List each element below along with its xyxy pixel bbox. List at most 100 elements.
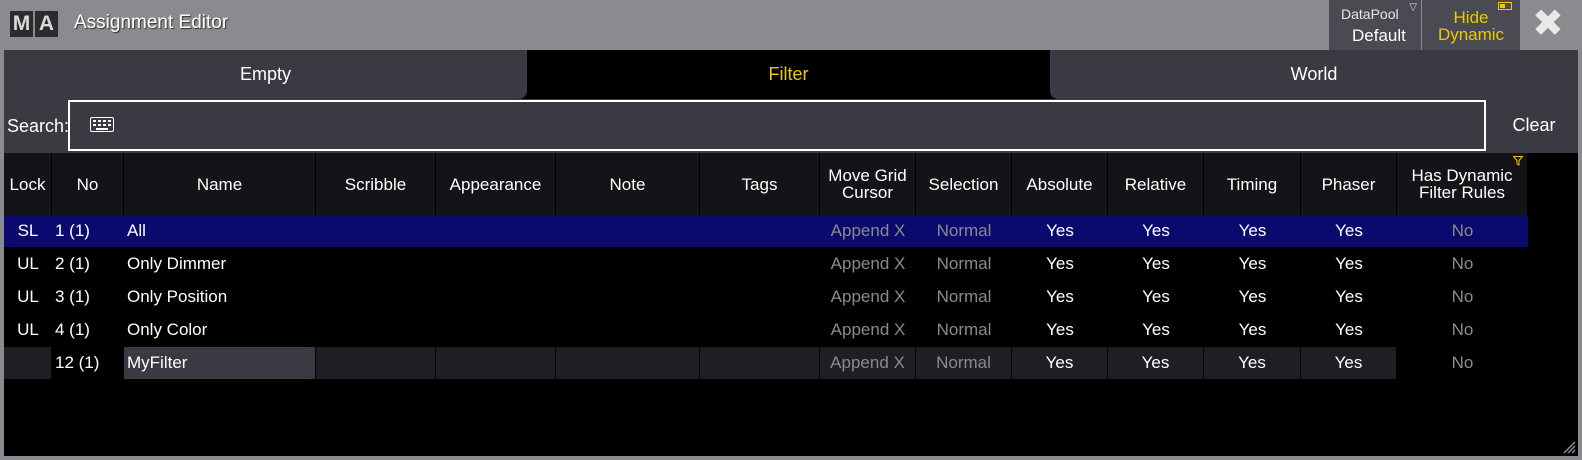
resize-handle-icon[interactable] (1560, 438, 1576, 454)
hide-dynamic-label-line2: Dynamic (1437, 25, 1505, 44)
table-row[interactable]: SL 1 (1) All Append X Normal Yes Yes Yes… (4, 215, 1528, 247)
cell-name: Only Dimmer (127, 254, 227, 273)
cell-has-dynamic: No (1451, 287, 1474, 306)
column-header-has-dynamic-line2: Filter Rules (1419, 183, 1505, 202)
cell-relative[interactable]: Yes (1108, 347, 1203, 379)
cell-phaser: Yes (1335, 221, 1363, 240)
datapool-button[interactable]: DataPool Default ▽ (1329, 0, 1421, 50)
column-header-absolute[interactable]: Absolute (1012, 153, 1108, 215)
cell-absolute: Yes (1046, 287, 1074, 306)
column-header-relative[interactable]: Relative (1108, 153, 1204, 215)
cell-timing[interactable]: Yes (1204, 347, 1300, 379)
clear-button[interactable]: Clear (1490, 100, 1578, 151)
table-row[interactable]: UL 4 (1) Only Color Append X Normal Yes … (4, 314, 1528, 346)
cell-relative: Yes (1142, 221, 1170, 240)
filter-icon[interactable] (1513, 156, 1523, 166)
cell-has-dynamic: No (1451, 254, 1474, 273)
column-header-lock[interactable]: Lock (4, 153, 52, 215)
column-header-move-grid-cursor-line2: Cursor (841, 183, 893, 202)
logo-letter-m: M (10, 11, 33, 37)
column-header-no[interactable]: No (52, 153, 124, 215)
cell-move-grid-cursor: Append X (830, 254, 906, 273)
column-header-scribble[interactable]: Scribble (316, 153, 436, 215)
cell-move-grid-cursor: Append X (830, 320, 906, 339)
cell-note[interactable] (556, 347, 699, 379)
column-header-selection[interactable]: Selection (916, 153, 1012, 215)
cell-absolute: Yes (1046, 254, 1074, 273)
cell-has-dynamic: No (1451, 353, 1474, 372)
table-header: Lock No Name Scribble Appearance Note Ta… (4, 153, 1578, 215)
cell-lock: SL (17, 221, 39, 240)
tab-empty[interactable]: Empty (4, 50, 527, 99)
cell-appearance[interactable] (436, 347, 555, 379)
search-label: Search: (7, 116, 70, 136)
assignment-editor-window: M A Assignment Editor DataPool Default ▽… (0, 0, 1582, 460)
column-header-move-grid-cursor[interactable]: Move Grid Cursor (820, 153, 916, 215)
cell-lock (4, 347, 51, 379)
tab-world[interactable]: World (1050, 50, 1578, 99)
editor-content: Empty Filter World Search: Clear Lock No… (4, 50, 1578, 456)
table-row[interactable]: UL 3 (1) Only Position Append X Normal Y… (4, 281, 1528, 313)
cell-lock: UL (17, 320, 39, 339)
datapool-label: DataPool (1341, 6, 1399, 22)
cell-tags[interactable] (700, 347, 819, 379)
cell-selection: Normal (936, 320, 992, 339)
cell-lock: UL (17, 287, 39, 306)
cell-selection[interactable]: Normal (916, 347, 1011, 379)
cell-absolute: Yes (1046, 221, 1074, 240)
cell-timing: Yes (1238, 221, 1267, 240)
column-header-has-dynamic-line1: Has Dynamic (1411, 166, 1513, 185)
cell-selection: Normal (936, 221, 992, 240)
column-header-phaser[interactable]: Phaser (1301, 153, 1397, 215)
cell-no: 2 (1) (55, 254, 90, 273)
column-header-tags[interactable]: Tags (700, 153, 820, 215)
cell-relative: Yes (1142, 287, 1170, 306)
cell-timing: Yes (1238, 320, 1267, 339)
title-bar[interactable]: M A Assignment Editor DataPool Default ▽… (0, 0, 1582, 50)
hide-dynamic-button[interactable]: Hide Dynamic (1422, 0, 1520, 50)
column-header-move-grid-cursor-line1: Move Grid (828, 166, 907, 185)
cell-no: 3 (1) (55, 287, 90, 306)
column-header-appearance[interactable]: Appearance (436, 153, 556, 215)
cell-absolute: Yes (1046, 320, 1074, 339)
cell-absolute[interactable]: Yes (1012, 347, 1107, 379)
cell-has-dynamic: No (1451, 320, 1474, 339)
datapool-value: Default (1352, 26, 1406, 45)
column-header-has-dynamic-filter-rules[interactable]: Has Dynamic Filter Rules (1397, 153, 1528, 215)
column-header-note[interactable]: Note (556, 153, 700, 215)
close-icon: ✖ (1532, 3, 1564, 45)
cell-phaser: Yes (1335, 254, 1363, 273)
cell-lock: UL (17, 254, 39, 273)
search-input[interactable] (68, 100, 1486, 151)
cell-relative: Yes (1142, 320, 1170, 339)
cell-phaser[interactable]: Yes (1301, 347, 1396, 379)
cell-name: Only Color (127, 320, 208, 339)
column-header-timing[interactable]: Timing (1204, 153, 1301, 215)
keyboard-icon[interactable] (90, 117, 114, 132)
table-row[interactable]: UL 2 (1) Only Dimmer Append X Normal Yes… (4, 248, 1528, 280)
cell-selection: Normal (936, 254, 992, 273)
cell-no: 4 (1) (55, 320, 90, 339)
column-header-name[interactable]: Name (124, 153, 316, 215)
cell-name: All (127, 221, 146, 240)
search-bar: Search: Clear (4, 99, 1578, 153)
cell-timing: Yes (1238, 287, 1267, 306)
tab-filter[interactable]: Filter (527, 50, 1050, 99)
dropdown-triangle-icon: ▽ (1409, 2, 1417, 13)
cell-no: 1 (1) (55, 221, 90, 240)
cell-phaser: Yes (1335, 320, 1363, 339)
ma-logo: M A (10, 11, 58, 37)
close-button[interactable]: ✖ (1522, 0, 1582, 50)
tab-bar: Empty Filter World (4, 50, 1578, 99)
cell-timing: Yes (1238, 254, 1267, 273)
cell-phaser: Yes (1335, 287, 1363, 306)
cell-move-grid-cursor: Append X (830, 221, 906, 240)
cell-move-grid-cursor[interactable]: Append X (820, 347, 915, 379)
cell-name: Only Position (127, 287, 228, 306)
logo-letter-a: A (35, 11, 58, 37)
cell-relative: Yes (1142, 254, 1170, 273)
table-row[interactable]: 12 (1) MyFilter Append X Normal Yes Yes … (4, 347, 1528, 379)
cell-has-dynamic: No (1451, 221, 1474, 240)
cell-name[interactable]: MyFilter (124, 347, 315, 379)
cell-scribble[interactable] (316, 347, 435, 379)
